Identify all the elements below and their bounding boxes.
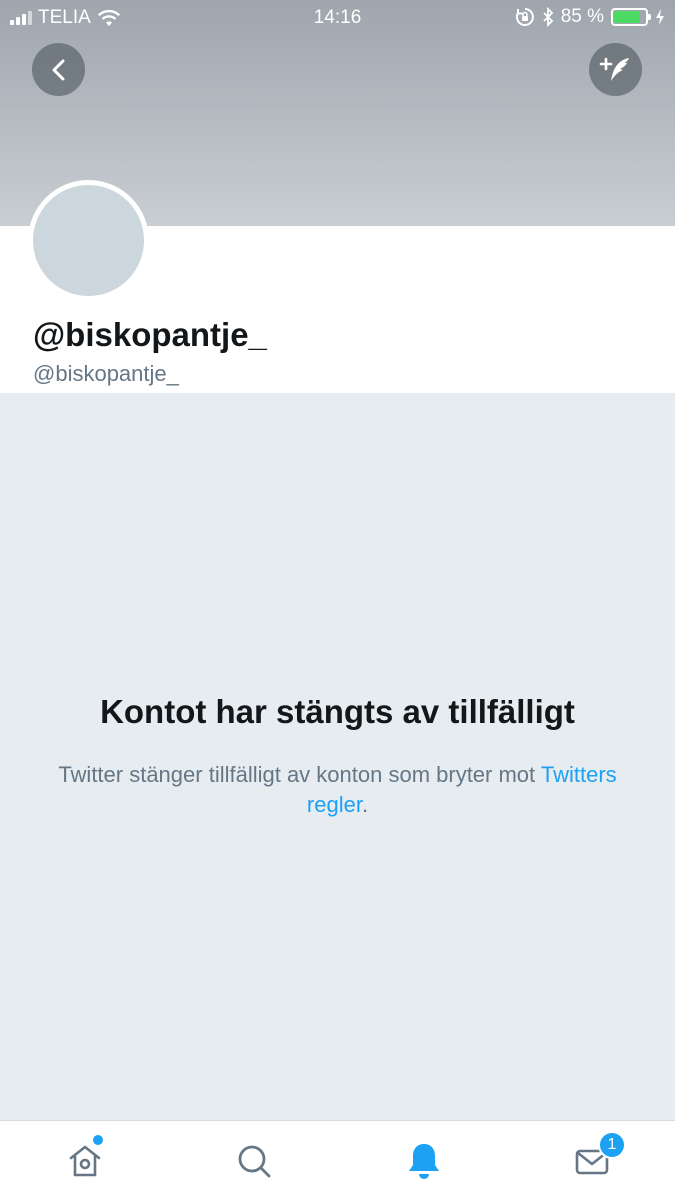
tab-search[interactable] xyxy=(226,1133,282,1189)
tab-notifications[interactable] xyxy=(396,1133,452,1189)
search-icon xyxy=(238,1145,271,1178)
profile-display-name: @biskopantje_ xyxy=(33,316,267,353)
suspended-body: Twitter stänger tillfälligt av konton so… xyxy=(40,760,635,820)
tab-messages[interactable]: 1 xyxy=(564,1131,626,1189)
bluetooth-icon xyxy=(543,7,553,27)
home-notification-dot xyxy=(93,1135,103,1145)
profile-screen: TELIA 14:16 85 % @biskopantje_ @biskopan… xyxy=(0,0,675,1200)
suspended-title: Kontot har stängts av tillfälligt xyxy=(100,693,575,730)
back-button[interactable] xyxy=(32,43,85,96)
suspended-text: Twitter stänger tillfälligt av konton so… xyxy=(58,762,541,787)
suspended-text-end: . xyxy=(361,792,369,817)
chevron-left-icon xyxy=(52,59,64,80)
battery-icon xyxy=(611,8,651,26)
bell-icon xyxy=(409,1144,439,1179)
tab-home[interactable] xyxy=(57,1133,113,1189)
messages-badge: 1 xyxy=(598,1131,626,1159)
home-icon xyxy=(69,1145,101,1177)
orientation-lock-icon xyxy=(515,8,534,26)
status-bar: TELIA 14:16 85 % xyxy=(0,0,675,36)
suspended-notice: Kontot har stängts av tillfälligt Twitte… xyxy=(0,393,675,1120)
tab-bar: 1 xyxy=(0,1120,675,1200)
charging-icon xyxy=(656,9,664,25)
profile-handle: @biskopantje_ xyxy=(33,361,179,386)
compose-tweet-icon xyxy=(599,57,629,81)
battery-fill xyxy=(614,11,641,23)
avatar xyxy=(28,180,149,301)
battery-percent: 85 % xyxy=(560,6,604,27)
compose-tweet-button[interactable] xyxy=(589,43,642,96)
status-right: 85 % xyxy=(515,6,665,28)
